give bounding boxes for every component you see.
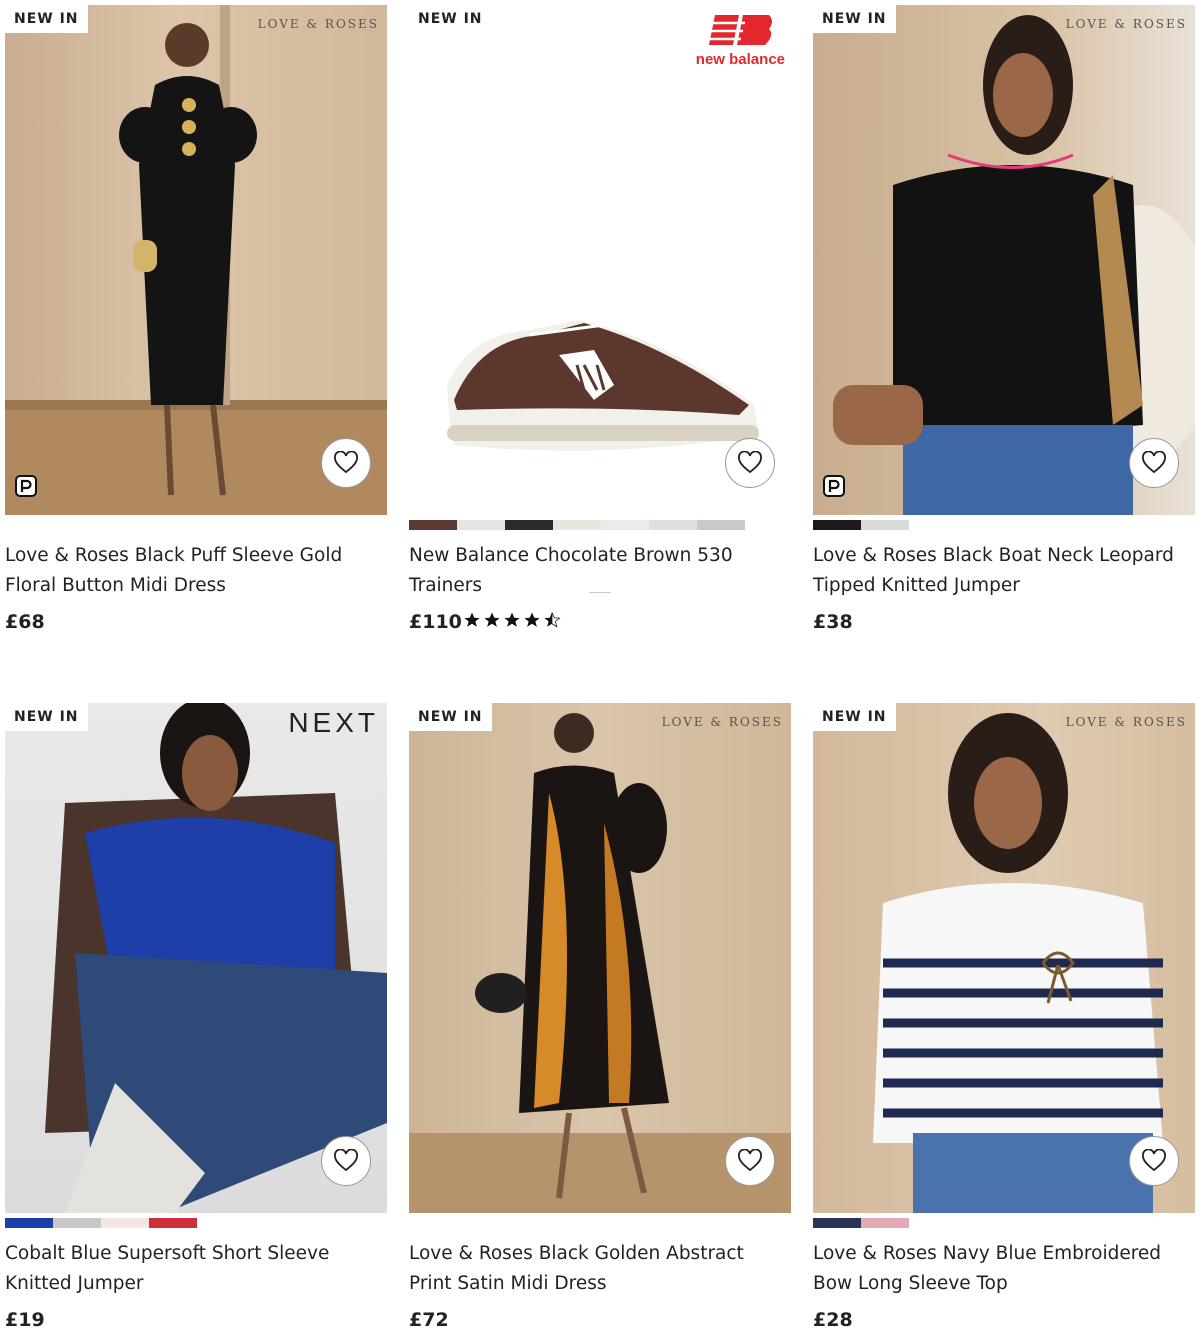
brand-logo: LOVE & ROSES [1065,17,1187,31]
product-name[interactable]: Love & Roses Navy Blue Embroidered Bow L… [813,1239,1195,1299]
model-photo [45,703,387,1213]
heart-icon [738,1149,762,1172]
model-photo [409,713,791,1213]
model-photo [5,5,387,515]
swatch[interactable] [813,1218,861,1228]
new-in-badge: NEW IN [5,5,88,33]
nb-logo-icon [703,15,773,45]
swatch[interactable] [649,520,697,530]
colour-swatches[interactable] [813,520,909,530]
product-price: £38 [813,611,853,633]
swatch[interactable] [553,520,601,530]
product-price: £110 [409,611,462,633]
star-icon [524,612,540,627]
brand-logo: LOVE & ROSES [257,17,379,31]
wishlist-button[interactable] [1129,1136,1179,1186]
brand-logo: NEXT [288,707,379,738]
heart-icon [1142,451,1166,474]
model-photo [833,15,1195,515]
colour-swatches[interactable] [813,1218,909,1228]
wishlist-button[interactable] [321,1136,371,1186]
swatch[interactable] [409,520,457,530]
heart-icon [334,451,358,474]
new-in-badge: NEW IN [813,5,896,33]
product-image[interactable]: NEW IN LOVE & ROSES [813,5,1195,515]
new-in-badge: NEW IN [409,5,492,33]
heart-icon [738,451,762,474]
wishlist-button[interactable] [1129,438,1179,488]
payment-p-icon [15,475,37,497]
swatch[interactable] [149,1218,197,1228]
swatch[interactable] [53,1218,101,1228]
product-image[interactable]: NEW IN LOVE & ROSES [409,703,791,1213]
brand-logo: LOVE & ROSES [1065,715,1187,729]
product-name[interactable]: Love & Roses Black Boat Neck Leopard Tip… [813,541,1195,601]
swatch[interactable] [601,520,649,530]
swatch[interactable] [457,520,505,530]
wishlist-button[interactable] [725,1136,775,1186]
product-image[interactable]: NEW IN NEXT [5,703,387,1213]
brand-wordmark: new balance [695,51,785,68]
star-icon [504,612,520,627]
heart-icon [1142,1149,1166,1172]
product-name[interactable]: Love & Roses Black Puff Sleeve Gold Flor… [5,541,387,601]
product-image[interactable]: NEW IN LOVE & ROSES [5,5,387,515]
swatch[interactable] [697,520,745,530]
new-balance-logo: new balance [696,13,785,68]
divider [589,592,611,593]
brand-logo: LOVE & ROSES [661,715,783,729]
swatch[interactable] [861,1218,909,1228]
new-in-badge: NEW IN [5,703,88,731]
star-icon [464,612,480,627]
heart-icon [334,1149,358,1172]
swatch[interactable] [505,520,553,530]
product-name[interactable]: Love & Roses Black Golden Abstract Print… [409,1239,791,1299]
trainer-photo [447,320,759,451]
rating-stars [463,611,561,629]
half-star-icon [544,612,561,628]
product-price: £68 [5,611,45,633]
swatch[interactable] [101,1218,149,1228]
colour-swatches[interactable] [5,1218,197,1228]
payment-p-icon [823,475,845,497]
new-in-badge: NEW IN [813,703,896,731]
wishlist-button[interactable] [725,438,775,488]
model-photo [873,713,1163,1213]
swatch[interactable] [861,520,909,530]
swatch[interactable] [813,520,861,530]
colour-swatches[interactable] [409,520,745,530]
star-icon [484,612,500,627]
swatch[interactable] [5,1218,53,1228]
product-image[interactable]: NEW IN LOVE & ROSES [813,703,1195,1213]
product-image[interactable]: NEW IN new balance [409,5,791,515]
new-in-badge: NEW IN [409,703,492,731]
product-name[interactable]: Cobalt Blue Supersoft Short Sleeve Knitt… [5,1239,387,1299]
wishlist-button[interactable] [321,438,371,488]
